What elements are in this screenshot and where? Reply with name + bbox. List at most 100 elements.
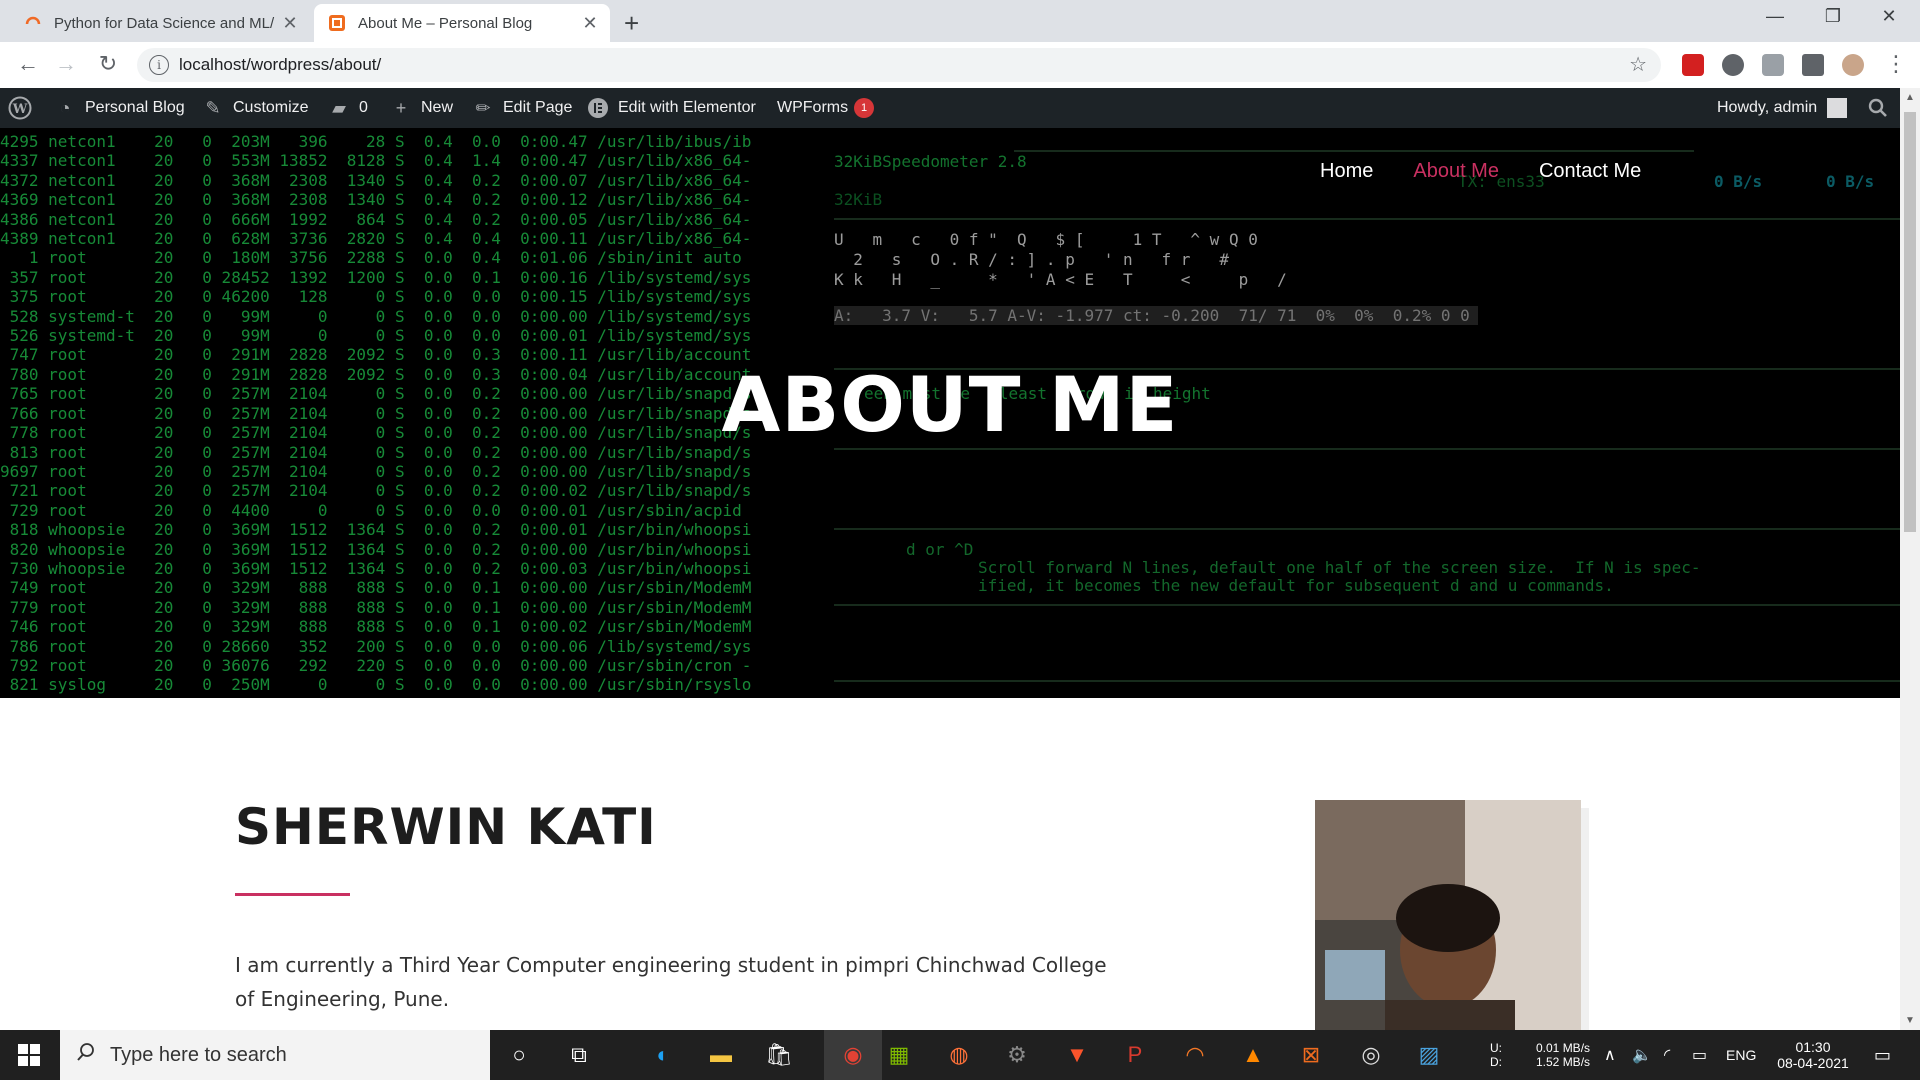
media-player-icon[interactable]: ◎ (1356, 1040, 1386, 1070)
minimize-icon[interactable]: — (1752, 6, 1798, 27)
profile-avatar[interactable] (1842, 54, 1864, 76)
scrollbar-thumb[interactable] (1904, 112, 1916, 532)
elementor-icon (587, 97, 609, 119)
notifications-icon[interactable]: ▭ (1874, 1030, 1891, 1080)
close-tab-icon[interactable]: ✕ (580, 13, 600, 34)
wordpress-logo-icon[interactable]: W (8, 88, 32, 128)
admin-customize-link[interactable]: ✎ Customize (202, 88, 309, 128)
browser-toolbar: ← → ↻ i localhost/wordpress/about/ ☆ ⋮ (0, 42, 1920, 89)
nav-about-me-link[interactable]: About Me (1413, 160, 1499, 183)
pencil-icon: ✏ (475, 97, 491, 118)
chrome-icon[interactable]: ◉ (824, 1030, 882, 1080)
bio-text: I am currently a Third Year Computer eng… (235, 953, 1107, 1011)
wifi-icon[interactable]: ◜ (1664, 1030, 1670, 1080)
gaming-app-icon[interactable]: ⚙ (1002, 1040, 1032, 1070)
tab-title: About Me – Personal Blog (358, 14, 533, 32)
net-down-label: D: (1490, 1055, 1502, 1069)
firefox-icon[interactable]: ◍ (944, 1040, 974, 1070)
extension-circle-icon[interactable] (1722, 54, 1744, 76)
admin-search-icon[interactable] (1868, 88, 1888, 128)
edge-icon[interactable]: ◐ (648, 1040, 678, 1070)
volume-icon[interactable]: 🔈 (1632, 1030, 1652, 1080)
tab-about-me[interactable]: About Me – Personal Blog ✕ (314, 4, 610, 42)
back-icon[interactable]: ← (14, 51, 42, 77)
admin-edit-page-link[interactable]: ✏ Edit Page (472, 88, 572, 128)
photos-icon[interactable]: ▨ (1414, 1040, 1444, 1070)
tab-title: Python for Data Science and ML/ (54, 14, 275, 32)
address-bar[interactable]: i localhost/wordpress/about/ ☆ (137, 48, 1661, 82)
more-menu-icon[interactable]: ⋮ (1882, 51, 1910, 77)
udemy-favicon-icon (24, 14, 42, 32)
forward-icon[interactable]: → (52, 51, 80, 77)
admin-elementor-link[interactable]: Edit with Elementor (587, 88, 756, 128)
language-indicator[interactable]: ENG (1726, 1030, 1756, 1080)
search-placeholder: Type here to search (110, 1043, 287, 1066)
admin-site-link[interactable]: ◔ Personal Blog (54, 88, 185, 128)
net-up-value: 0.01 MB/s (1536, 1041, 1591, 1055)
puzzle-extensions-icon[interactable] (1802, 54, 1824, 76)
admin-new-label: New (421, 99, 454, 116)
extension-red-icon[interactable] (1682, 54, 1704, 76)
clock-time: 01:30 (1795, 1039, 1831, 1055)
browser-tab-strip: Python for Data Science and ML/ ✕ About … (0, 0, 1920, 42)
clock-date: 08-04-2021 (1777, 1055, 1849, 1071)
store-icon[interactable]: 🛍 (764, 1040, 794, 1070)
page-scrollbar[interactable]: ▲ ▼ (1900, 88, 1920, 1030)
net-up-label: U: (1490, 1041, 1502, 1055)
search-icon (76, 1042, 96, 1068)
admin-account-menu[interactable]: Howdy, admin (1717, 88, 1848, 128)
windows-taskbar: Type here to search ○ ⧉ ◐ ▬ 🛍 ◉ ▦ ◍ ⚙ ▼ … (0, 1030, 1920, 1080)
site-info-icon[interactable]: i (149, 55, 169, 75)
admin-customize-label: Customize (233, 99, 309, 116)
dashboard-icon: ◔ (59, 97, 71, 118)
admin-comments-link[interactable]: ▰ 0 (328, 88, 368, 128)
microsoft-office-icon[interactable]: ▦ (884, 1040, 914, 1070)
tab-python-course[interactable]: Python for Data Science and ML/ ✕ (10, 4, 310, 42)
nav-home-link[interactable]: Home (1320, 160, 1373, 183)
network-speed-labels: U: D: (1490, 1030, 1502, 1080)
wp-admin-bar: W ◔ Personal Blog ✎ Customize ▰ 0 + New … (0, 88, 1920, 128)
admin-new-link[interactable]: + New (390, 88, 453, 128)
comments-count: 0 (359, 99, 368, 116)
restore-icon[interactable]: ❐ (1810, 6, 1856, 27)
jupyter-icon[interactable]: ◠ (1180, 1040, 1210, 1070)
scroll-down-icon[interactable]: ▼ (1900, 1015, 1920, 1026)
page-title: ABOUT ME (721, 360, 1179, 449)
task-view-icon[interactable]: ⧉ (564, 1040, 594, 1070)
vlc-icon[interactable]: ▲ (1238, 1040, 1268, 1070)
window-close-icon[interactable]: ✕ (1866, 6, 1912, 27)
camera-extension-icon[interactable] (1762, 54, 1784, 76)
file-explorer-icon[interactable]: ▬ (706, 1040, 736, 1070)
taskbar-search-box[interactable]: Type here to search (60, 1030, 490, 1080)
nav-contact-me-link[interactable]: Contact Me (1539, 160, 1641, 183)
network-speed-values: 0.01 MB/s 1.52 MB/s (1536, 1030, 1590, 1080)
close-tab-icon[interactable]: ✕ (280, 13, 300, 34)
heading-underline (235, 893, 350, 896)
bookmark-star-icon[interactable]: ☆ (1629, 52, 1647, 77)
admin-elementor-label: Edit with Elementor (618, 99, 756, 116)
howdy-label: Howdy, admin (1717, 99, 1818, 116)
wpforms-notification-badge: 1 (854, 98, 875, 118)
admin-wpforms-label: WPForms (777, 99, 849, 116)
admin-wpforms-link[interactable]: WPForms 1 (777, 88, 875, 128)
hero-banner: 4295 netcon1 20 0 203M 396 28 S 0.4 0.0 … (0, 128, 1900, 698)
brave-icon[interactable]: ▼ (1062, 1040, 1092, 1070)
admin-site-label: Personal Blog (85, 99, 185, 116)
admin-edit-page-label: Edit Page (503, 99, 573, 116)
about-content: SHERWIN KATI I am currently a Third Year… (0, 698, 1900, 1030)
battery-icon[interactable]: ▭ (1692, 1030, 1707, 1080)
reload-icon[interactable]: ↻ (94, 51, 122, 77)
scroll-up-icon[interactable]: ▲ (1900, 92, 1920, 103)
url-text[interactable]: localhost/wordpress/about/ (179, 55, 381, 75)
cortana-icon[interactable]: ○ (504, 1040, 534, 1070)
brush-icon: ✎ (205, 97, 221, 118)
author-name-heading: SHERWIN KATI (235, 798, 657, 856)
site-navigation: Home About Me Contact Me (1320, 160, 1681, 183)
clock[interactable]: 01:30 08-04-2021 (1768, 1030, 1858, 1080)
tray-overflow-icon[interactable]: ∧ (1604, 1030, 1616, 1080)
pdf-app-icon[interactable]: P (1120, 1040, 1150, 1070)
xampp-icon[interactable]: ⊠ (1296, 1040, 1326, 1070)
new-tab-icon[interactable]: + (624, 8, 639, 39)
windows-start-icon[interactable] (14, 1040, 44, 1070)
admin-avatar (1827, 98, 1848, 118)
